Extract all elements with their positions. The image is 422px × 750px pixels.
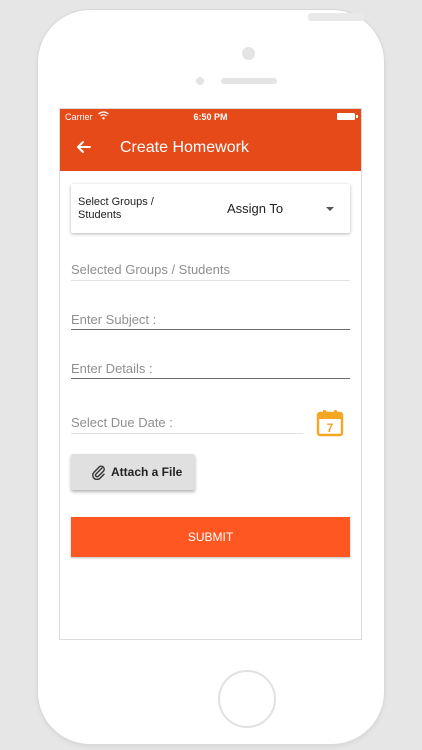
attach-file-label: Attach a File [111, 465, 183, 479]
paperclip-icon [92, 465, 105, 480]
attach-file-button[interactable]: Attach a File [71, 454, 195, 490]
calendar-icon[interactable]: 7 [316, 409, 344, 437]
app-bar: Create Homework [60, 125, 361, 171]
field-underline [71, 329, 350, 330]
earpiece-speaker [221, 78, 277, 84]
details-placeholder: Enter Details : [71, 361, 153, 376]
calendar-day: 7 [327, 421, 334, 435]
page-title: Create Homework [120, 139, 249, 156]
status-time: 6:50 PM [193, 112, 228, 122]
battery-icon [337, 113, 358, 120]
assign-selected-value: Assign To [227, 201, 284, 216]
home-button[interactable] [218, 670, 276, 728]
dropdown-arrow-icon[interactable] [326, 207, 334, 211]
proximity-sensor [196, 77, 204, 85]
selected-groups-placeholder: Selected Groups / Students [71, 262, 230, 277]
field-underline [71, 280, 350, 281]
subject-placeholder: Enter Subject : [71, 312, 157, 327]
due-date-placeholder: Select Due Date : [71, 415, 173, 430]
field-underline [71, 433, 303, 434]
phone-side-button [308, 13, 364, 21]
status-bar: Carrier 6:50 PM [60, 109, 361, 125]
app-screen: Carrier 6:50 PM Create Homework Select G… [59, 108, 362, 640]
submit-label: SUBMIT [187, 530, 234, 544]
submit-button[interactable]: SUBMIT [71, 517, 350, 557]
arrow-left-icon[interactable] [74, 137, 94, 157]
assign-label: Select Groups / Students [78, 196, 154, 221]
front-camera [242, 47, 255, 60]
assign-to-dropdown[interactable]: Select Groups / Students Assign To [71, 184, 350, 233]
field-underline [71, 378, 350, 379]
